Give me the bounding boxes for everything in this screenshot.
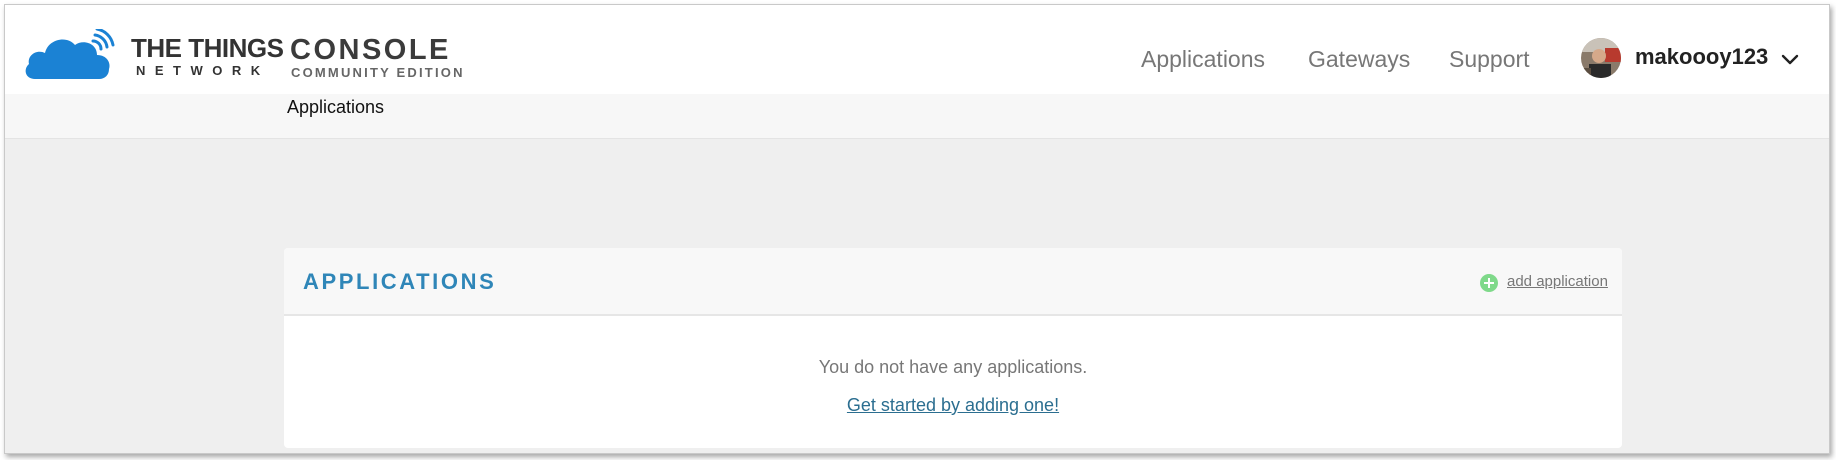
add-application-link[interactable]: add application (1507, 272, 1608, 292)
brand-name-line1: THE THINGS (131, 33, 284, 63)
breadcrumb-item-applications[interactable]: Applications (287, 96, 384, 118)
console-title: CONSOLE (290, 34, 451, 66)
get-started-link[interactable]: Get started by adding one! (847, 395, 1059, 415)
get-started-container: Get started by adding one! (284, 394, 1622, 418)
chevron-down-icon[interactable] (1781, 54, 1799, 66)
avatar[interactable] (1581, 38, 1621, 78)
brand-name-line2: NETWORK (136, 63, 270, 78)
applications-title: APPLICATIONS (303, 269, 497, 294)
breadcrumb: Applications (5, 94, 1829, 139)
console-subtitle: COMMUNITY EDITION (291, 65, 465, 80)
applications-card-header: APPLICATIONS add application (284, 248, 1622, 316)
browser-frame: THE THINGS NETWORK CONSOLE COMMUNITY EDI… (4, 4, 1830, 454)
top-header: THE THINGS NETWORK CONSOLE COMMUNITY EDI… (5, 5, 1829, 94)
nav-support[interactable]: Support (1449, 45, 1530, 73)
nav-applications[interactable]: Applications (1141, 45, 1265, 73)
username[interactable]: makoooy123 (1635, 44, 1768, 70)
cloud-signal-icon[interactable] (23, 29, 125, 81)
applications-card: APPLICATIONS add application You do not … (284, 248, 1622, 448)
empty-state-message: You do not have any applications. (818, 357, 1088, 377)
nav-gateways[interactable]: Gateways (1308, 45, 1410, 73)
plus-circle-icon[interactable] (1480, 274, 1498, 292)
